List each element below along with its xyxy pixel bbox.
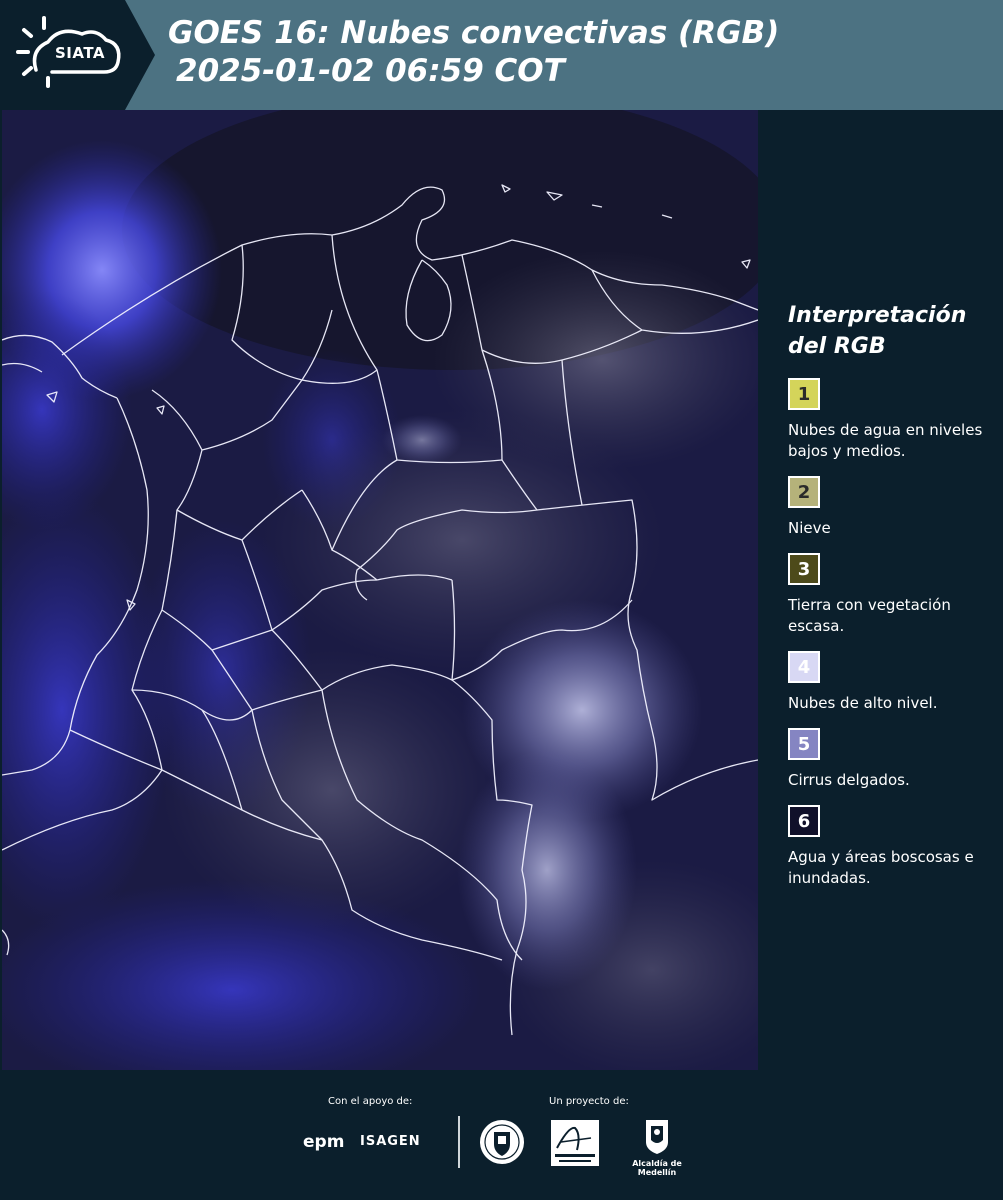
legend-swatch: 1 bbox=[788, 378, 820, 410]
siata-logo-text: SIATA bbox=[54, 44, 105, 62]
medellin-seal-logo bbox=[480, 1120, 524, 1164]
isagen-logo: ISAGEN bbox=[360, 1134, 421, 1149]
legend-swatch: 3 bbox=[788, 553, 820, 585]
legend-items: 1 Nubes de agua en niveles bajos y medios… bbox=[776, 378, 998, 889]
footer-bar: Con el apoyo de: Un proyecto de: epm ISA… bbox=[0, 1070, 1003, 1200]
legend-swatch: 2 bbox=[788, 476, 820, 508]
legend-title-line2: del RGB bbox=[788, 334, 886, 359]
satellite-map bbox=[2, 110, 758, 1070]
title-product: GOES 16: Nubes convectivas (RGB) bbox=[168, 15, 780, 51]
legend-item-3: 3 Tierra con vegetación escasa. bbox=[788, 553, 998, 637]
header-bar: SIATA GOES 16: Nubes convectivas (RGB) 2… bbox=[0, 0, 1003, 110]
satellite-image bbox=[2, 110, 758, 1070]
legend-item-5: 5 Cirrus delgados. bbox=[788, 728, 998, 791]
legend-swatch: 5 bbox=[788, 728, 820, 760]
epm-logo: epm bbox=[303, 1132, 345, 1152]
legend-label: Tierra con vegetación escasa. bbox=[788, 596, 951, 635]
support-label: Con el apoyo de: bbox=[328, 1096, 413, 1107]
legend-label: Agua y áreas boscosas e inundadas. bbox=[788, 848, 974, 887]
page-title: GOES 16: Nubes convectivas (RGB) 2025-01… bbox=[168, 14, 779, 90]
area-metropolitana-logo bbox=[551, 1120, 599, 1166]
legend-label: Nieve bbox=[788, 519, 831, 537]
legend-item-6: 6 Agua y áreas boscosas e inundadas. bbox=[788, 805, 998, 889]
legend-swatch: 4 bbox=[788, 651, 820, 683]
siata-logo: SIATA bbox=[0, 0, 155, 110]
legend-label: Nubes de alto nivel. bbox=[788, 694, 938, 712]
footer-divider bbox=[458, 1116, 460, 1168]
legend-title-line1: Interpretación bbox=[788, 303, 967, 328]
alcaldia-logo-text: Alcaldía de Medellín bbox=[632, 1159, 682, 1177]
legend-title: Interpretación del RGB bbox=[788, 300, 998, 362]
legend-swatch: 6 bbox=[788, 805, 820, 837]
legend-label: Nubes de agua en niveles bajos y medios. bbox=[788, 421, 983, 460]
legend-label: Cirrus delgados. bbox=[788, 771, 910, 789]
title-timestamp: 2025-01-02 06:59 COT bbox=[176, 53, 565, 89]
rgb-legend: Interpretación del RGB 1 Nubes de agua en… bbox=[776, 300, 998, 903]
legend-item-2: 2 Nieve bbox=[788, 476, 998, 539]
legend-item-1: 1 Nubes de agua en niveles bajos y medios… bbox=[788, 378, 998, 462]
project-label: Un proyecto de: bbox=[549, 1096, 629, 1107]
legend-item-4: 4 Nubes de alto nivel. bbox=[788, 651, 998, 714]
